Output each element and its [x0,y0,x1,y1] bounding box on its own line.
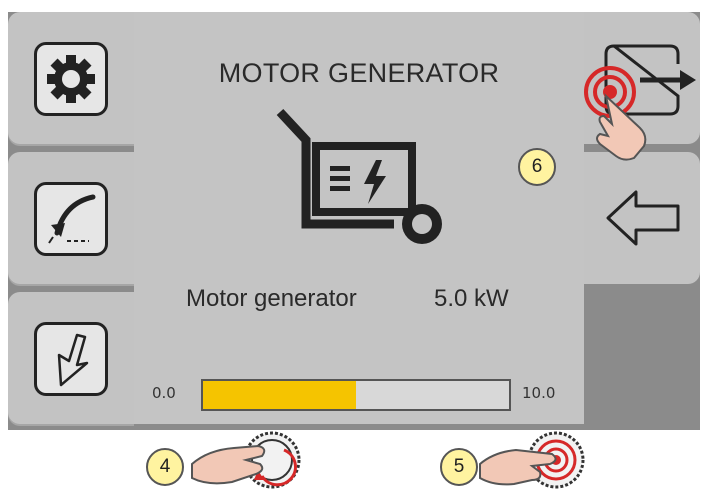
rotary-knob-right[interactable] [476,430,592,492]
settings-button[interactable] [34,42,108,116]
settings-tab[interactable] [8,12,134,146]
welding-torch-icon [48,194,96,244]
torch-tab[interactable] [8,152,134,286]
back-tab[interactable] [584,152,700,284]
parameter-label: Motor generator [186,285,357,312]
gear-icon [47,55,95,103]
touch-hand-icon [584,66,647,161]
callout-knob-right: 5 [440,448,478,486]
torch-button[interactable] [34,182,108,256]
main-panel: MOTOR GENERATOR Motor generator 5.0 kW 0… [134,12,584,424]
back-arrow-icon [606,190,680,246]
value-bar [201,379,511,411]
scale-min-label: 0.0 [152,384,176,402]
value-bar-fill [203,381,356,409]
callout-knob-left: 4 [146,448,184,486]
down-arrow-icon [57,333,89,387]
page-title: MOTOR GENERATOR [218,58,500,88]
motor-generator-icon [276,108,442,244]
callout-exit: 6 [518,148,556,186]
rotary-knob-left[interactable] [188,430,304,492]
parameter-value: 5.0 kW [434,285,509,312]
down-tab[interactable] [8,292,134,426]
scale-max-label: 10.0 [522,384,556,402]
down-button[interactable] [34,322,108,396]
